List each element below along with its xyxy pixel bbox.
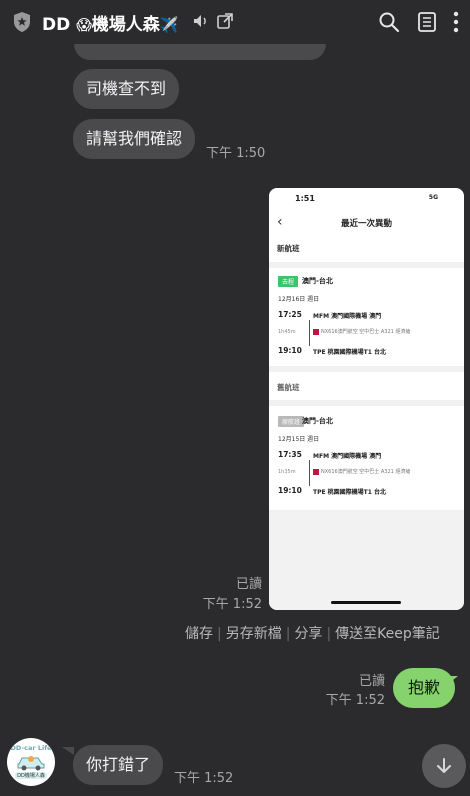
chat-title-suffix: 機場人森 (91, 15, 160, 35)
message-text: 你打錯了 (86, 755, 151, 774)
more-icon[interactable] (450, 10, 462, 34)
message-time: 下午 1:52 (202, 597, 262, 612)
screenshot-nav: ‹ 最近一次異動 (269, 214, 464, 234)
scroll-down-button[interactable] (422, 744, 466, 788)
external-link-icon[interactable] (216, 12, 234, 30)
avatar-top-text: DD-car Life (10, 744, 52, 752)
shield-icon (14, 12, 30, 32)
image-actions: 儲存 | 另存新檔 | 分享 | 傳送至Keep筆記 (185, 623, 440, 643)
new-airline: NX616澳門航空 空中巴士 A321 經濟艙 (313, 328, 410, 335)
message-text: 司機查不到 (86, 79, 167, 98)
chat-title-text: DD (42, 15, 71, 35)
separator: | (217, 626, 222, 642)
screenshot-title: 最近一次異動 (340, 219, 392, 229)
phone-signal: 5G (428, 194, 438, 201)
new-airline-text: NX616澳門航空 空中巴士 A321 經濟艙 (321, 329, 411, 335)
phone-time: 1:51 (295, 194, 315, 203)
phone-status-bar: 1:51 5G (269, 194, 464, 208)
my-message-bubble[interactable]: 抱歉 (393, 668, 455, 708)
old-airline: NX616澳門航空 空中巴士 A321 經濟艙 (313, 468, 410, 475)
image-message[interactable]: 1:51 5G ‹ 最近一次異動 新航班 去程 澳門-台北 12月16日 週日 … (269, 188, 464, 610)
new-arr-airport: TPE 桃園國際機場T1 台北 (313, 349, 387, 356)
airline-logo-icon (313, 328, 319, 335)
airline-logo-icon (313, 468, 319, 475)
chat-header: DD 😱機場人森✈️ (0, 0, 470, 44)
old-flight-section: 舊航班 (277, 383, 300, 392)
note-icon[interactable] (416, 11, 438, 33)
divider (269, 262, 464, 268)
previous-bubble (74, 44, 326, 60)
scream-emoji: 😱 (76, 16, 92, 34)
save-button[interactable]: 儲存 (185, 626, 213, 642)
avatar-bottom-text: DD機場人森 (15, 772, 47, 779)
old-airline-text: NX616澳門航空 空中巴士 A321 經濟艙 (321, 469, 411, 475)
old-route: 澳門-台北 (302, 417, 333, 425)
message-time: 下午 1:50 (206, 146, 266, 161)
separator: | (285, 626, 291, 642)
message-text: 請幫我們確認 (86, 129, 183, 148)
keep-button[interactable]: 傳送至Keep筆記 (335, 626, 440, 642)
save-as-button[interactable]: 另存新檔 (226, 626, 282, 642)
old-dep-airport: MFM 澳門國際機場 澳門 (313, 453, 382, 460)
old-dep-time: 17:35 (278, 450, 302, 459)
search-icon[interactable] (378, 11, 400, 33)
timeline-line (309, 460, 310, 486)
arrow-down-icon (437, 758, 451, 773)
new-dep-airport: MFM 澳門國際機場 澳門 (313, 313, 382, 320)
old-arr-airport: TPE 桃園國際機場T1 台北 (313, 489, 387, 496)
new-date: 12月16日 週日 (278, 296, 320, 303)
new-dep-time: 17:25 (278, 310, 302, 319)
avatar[interactable]: DD-car Life DD機場人森 (7, 738, 55, 786)
read-receipt: 已讀 (358, 674, 385, 689)
separator: | (326, 626, 332, 642)
home-indicator (331, 601, 401, 604)
bubble-tail (62, 747, 74, 755)
message-bubble[interactable]: 司機查不到 (73, 69, 180, 109)
plane-emoji: ✈️ (159, 16, 179, 34)
old-arr-time: 19:10 (278, 486, 302, 495)
mute-icon[interactable] (192, 12, 210, 30)
car-icon (17, 756, 45, 771)
screenshot-empty-area (269, 510, 464, 610)
share-button[interactable]: 分享 (294, 626, 322, 642)
new-route: 澳門-台北 (302, 277, 333, 285)
old-duration: 1h35m (278, 469, 296, 475)
message-time: 下午 1:52 (174, 771, 234, 786)
message-time: 下午 1:52 (325, 693, 385, 708)
timeline-line (309, 320, 310, 346)
old-badge: 原航班 (278, 416, 305, 427)
message-text: 抱歉 (407, 678, 440, 697)
old-date: 12月15日 週日 (278, 436, 320, 443)
new-duration: 1h45m (278, 329, 296, 335)
message-bubble[interactable]: 你打錯了 (73, 745, 164, 785)
read-receipt: 已讀 (235, 577, 262, 592)
divider (269, 400, 464, 406)
new-flight-section: 新航班 (277, 244, 300, 253)
new-badge: 去程 (278, 276, 299, 287)
new-arr-time: 19:10 (278, 346, 302, 355)
message-bubble[interactable]: 請幫我們確認 (73, 119, 196, 159)
divider (269, 366, 464, 372)
chat-title[interactable]: DD 😱機場人森✈️ (42, 10, 178, 35)
